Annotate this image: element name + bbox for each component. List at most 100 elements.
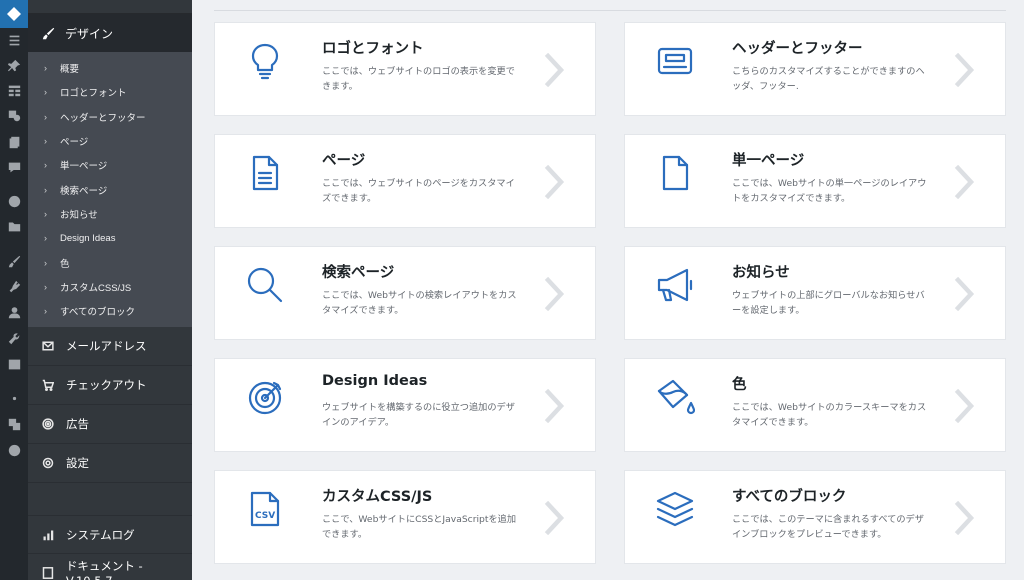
translate-icon[interactable] [6,416,22,432]
card-page[interactable]: ページ ここでは、ウェブサイトのページをカスタマイズできます。 [214,134,596,228]
circle-badge-icon[interactable] [6,193,22,209]
sidebar-item-checkout[interactable]: チェックアウト [28,366,192,406]
chevron-right-icon: › [44,87,47,98]
cart-icon [42,380,54,392]
chevron-right-icon: › [44,160,47,171]
submenu-item-all-blocks[interactable]: › すべてのブロック [28,299,192,323]
card-logo-fonts[interactable]: ロゴとフォント ここでは、ウェブサイトのロゴの表示を変更できます。 [214,22,596,116]
card-single-page[interactable]: 単一ページ ここでは、Webサイトの単一ページのレイアウトをカスタマイズできます… [624,134,1006,228]
sidebar-item-ads[interactable]: 広告 [28,405,192,445]
folder-icon[interactable] [6,218,22,234]
chevron-right-icon: › [44,63,47,74]
comment-icon[interactable] [6,159,22,175]
card-title: 検索ページ [322,265,395,281]
card-description: ここで、WebサイトにCSSとJavaScriptを追加できます。 [322,514,517,540]
submenu-item-design-ideas[interactable]: › Design Ideas [28,226,192,250]
chevron-right-icon [543,276,567,312]
target-icon [245,377,285,417]
layers-icon [655,489,695,529]
brush-icon[interactable] [6,253,22,269]
page-icon [245,153,285,193]
submenu-label: ロゴとフォント [60,88,127,100]
submenu-item-announcement[interactable]: › お知らせ [28,202,192,226]
card-design-ideas[interactable]: Design Ideas ウェブサイトを構築するのに役立つ追加のデザインのアイデ… [214,358,596,452]
chevron-right-icon: › [44,233,47,244]
pages-icon[interactable] [6,134,22,150]
card-colors[interactable]: 色 ここでは、Webサイトのカラースキーマをカスタマイズできます。 [624,358,1006,452]
header-footer-icon [655,41,695,81]
list-icon[interactable] [6,32,22,48]
chevron-right-icon: › [44,111,47,122]
megaphone-icon [655,265,695,305]
card-description: ここでは、Webサイトの検索レイアウトをカスタマイズできます。 [322,290,517,316]
play-icon[interactable] [6,442,22,458]
sidebar-item-label: メールアドレス [66,339,147,354]
plugin-icon[interactable] [6,278,22,294]
user-icon[interactable] [6,304,22,320]
submenu-item-page[interactable]: › ページ [28,129,192,153]
chevron-right-icon [543,164,567,200]
card-description: ここでは、Webサイトのカラースキーマをカスタマイズできます。 [732,402,927,428]
chevron-right-icon: › [44,306,47,317]
design-submenu: › 概要 › ロゴとフォント › ヘッダーとフッター › ページ › 単一ページ › 検索ペ… [28,52,192,328]
submenu-item-single-page[interactable]: › 単一ページ [28,153,192,177]
chevron-right-icon: › [44,208,47,219]
sidebar-top-strip [28,0,192,14]
submenu-item-search-page[interactable]: › 検索ページ [28,177,192,201]
pin-icon[interactable] [6,57,22,73]
chevron-right-icon: › [44,184,47,195]
chevron-right-icon [953,388,977,424]
card-title: すべてのブロック [732,489,847,505]
sidebar-item-email[interactable]: メールアドレス [28,327,192,367]
submenu-item-overview[interactable]: › 概要 [28,56,192,80]
card-all-blocks[interactable]: すべてのブロック ここでは、このテーマに含まれるすべてのデザインブロックをプレビ… [624,470,1006,564]
csv-file-icon: CSV [245,489,285,529]
submenu-label: 色 [60,258,70,270]
single-page-icon [655,153,695,193]
card-title: Design Ideas [322,373,428,389]
card-description: ここでは、Webサイトの単一ページのレイアウトをカスタマイズできます。 [732,178,927,204]
design-dashboard: ロゴとフォント ここでは、ウェブサイトのロゴの表示を変更できます。 ヘッダーとフ… [192,0,1024,580]
sidebar-item-label: ドキュメント - V.10.5.7 [65,558,143,580]
plugin-sidebar: デザイン › 概要 › ロゴとフォント › ヘッダーとフッター › ページ › 単一ページ… [28,0,192,580]
sidebar-item-design[interactable]: デザイン [28,14,192,52]
chevron-right-icon [953,164,977,200]
chevron-right-icon [543,500,567,536]
document-icon [42,566,54,579]
sidebar-item-label: チェックアウト [66,378,147,393]
chevron-right-icon [543,52,567,88]
sidebar-item-settings[interactable]: 設定 [28,444,192,484]
card-description: ここでは、ウェブサイトのロゴの表示を変更できます。 [322,66,515,92]
submenu-item-logo-fonts[interactable]: › ロゴとフォント [28,80,192,104]
submenu-item-colors[interactable]: › 色 [28,250,192,274]
submenu-label: ページ [60,137,89,149]
sidebar-item-label: 広告 [66,417,89,432]
card-title: カスタムCSS/JS [322,489,433,505]
card-announcement[interactable]: お知らせ ウェブサイトの上部にグローバルなお知らせバーを設定します。 [624,246,1006,340]
submenu-label: カスタムCSS/JS [60,282,132,294]
card-title: 色 [732,377,747,393]
wrench-icon[interactable] [6,330,22,346]
card-header-footer[interactable]: ヘッダーとフッター こちらのカスタマイズすることができますのヘッダ、フッター. [624,22,1006,116]
chevron-right-icon: › [44,136,47,147]
submenu-item-custom-css-js[interactable]: › カスタムCSS/JS [28,275,192,299]
card-custom-css-js[interactable]: CSV カスタムCSS/JS ここで、WebサイトにCSSとJavaScript… [214,470,596,564]
sidebar-item-system-log[interactable]: システムログ [28,515,192,553]
submenu-item-header-footer[interactable]: › ヘッダーとフッター [28,105,192,129]
card-description: ここでは、ウェブサイトのページをカスタマイズできます。 [322,178,515,204]
media-icon[interactable] [6,107,22,123]
submenu-label: Design Ideas [60,232,116,244]
plugin-logo-icon[interactable] [0,0,28,28]
card-description: ウェブサイトの上部にグローバルなお知らせバーを設定します。 [732,290,925,316]
card-title: 単一ページ [732,153,805,169]
card-search-page[interactable]: 検索ページ ここでは、Webサイトの検索レイアウトをカスタマイズできます。 [214,246,596,340]
sidebar-item-docs[interactable]: ドキュメント - V.10.5.7 [28,553,192,580]
chevron-right-icon [953,500,977,536]
bar-chart-icon [43,530,54,540]
chevron-right-icon: › [44,281,47,292]
settings-panel-icon[interactable] [6,356,22,372]
lightbulb-icon [245,41,285,81]
table-icon[interactable] [6,82,22,98]
sidebar-item-label: システムログ [66,527,135,542]
dot-icon [6,390,22,406]
